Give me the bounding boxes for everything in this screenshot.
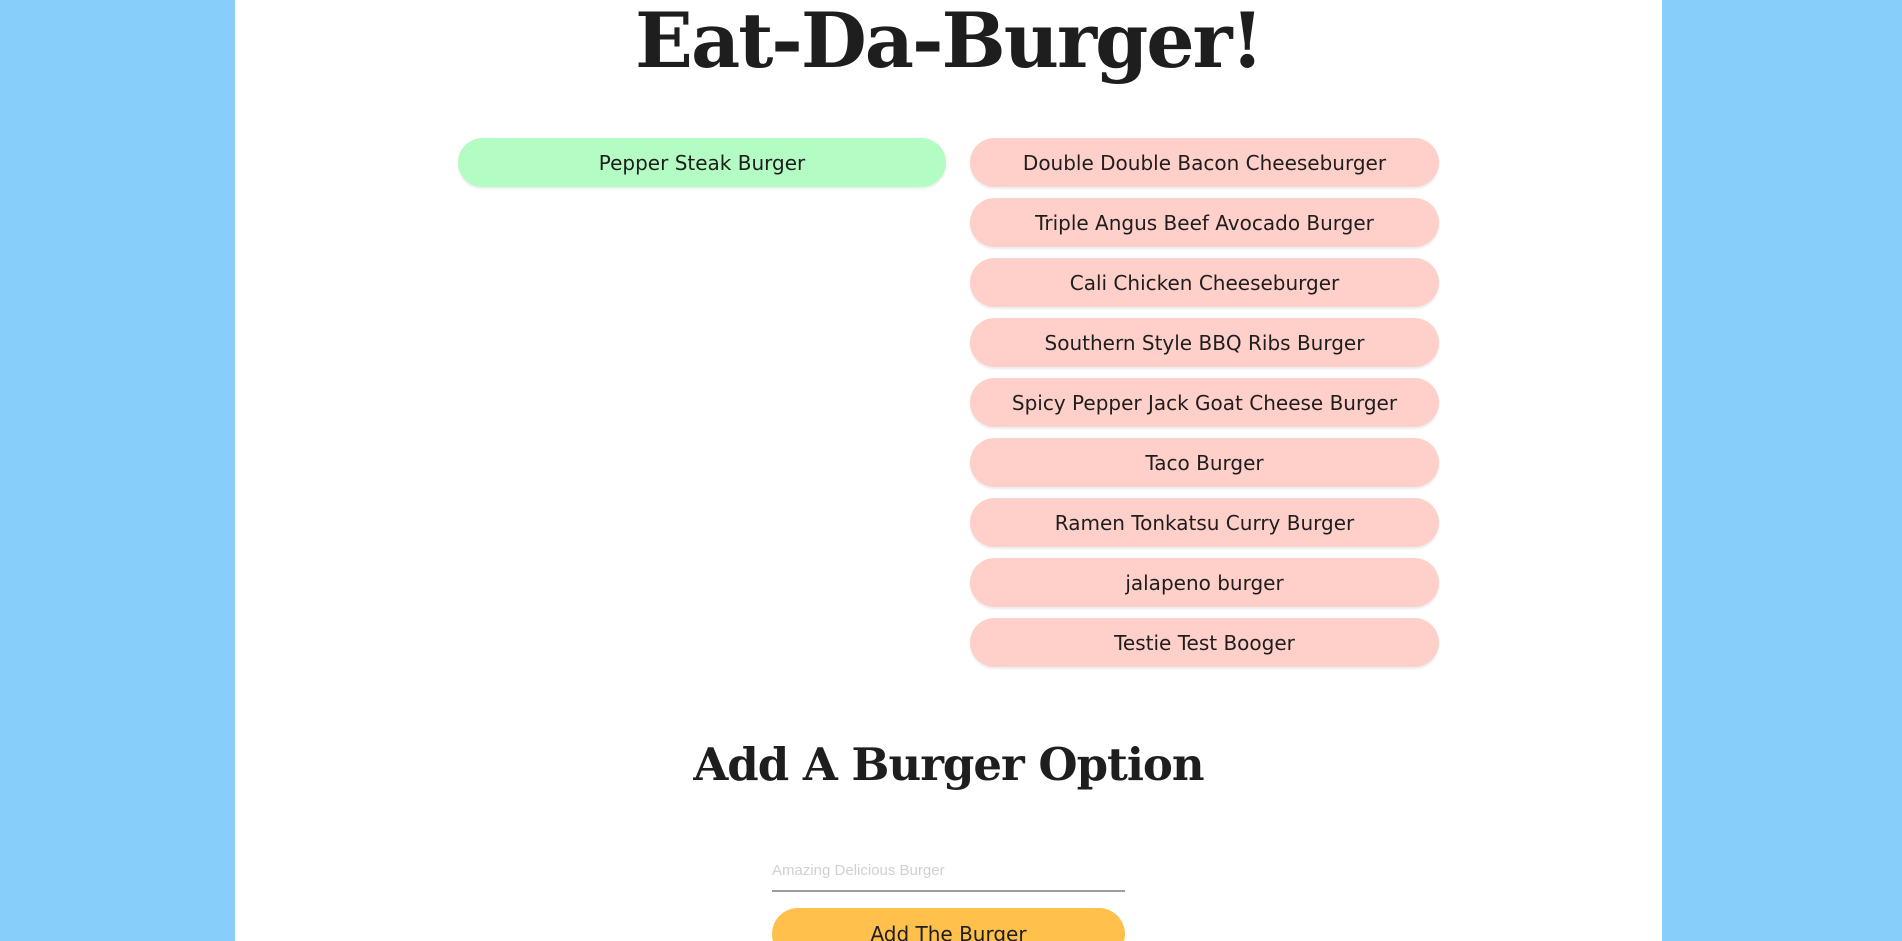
devoured-burger-item[interactable]: Pepper Steak Burger bbox=[458, 138, 946, 187]
burger-name-input[interactable] bbox=[772, 850, 1125, 890]
devoured-burger-list: Pepper Steak Burger bbox=[458, 138, 946, 187]
available-burger-list: Double Double Bacon Cheeseburger Triple … bbox=[970, 138, 1439, 667]
available-burger-item[interactable]: Triple Angus Beef Avocado Burger bbox=[970, 198, 1439, 247]
available-burger-item[interactable]: Testie Test Booger bbox=[970, 618, 1439, 667]
page-title: Eat-Da-Burger! bbox=[635, 0, 1264, 85]
available-burger-item[interactable]: Taco Burger bbox=[970, 438, 1439, 487]
available-burger-item[interactable]: Spicy Pepper Jack Goat Cheese Burger bbox=[970, 378, 1439, 427]
burger-name-field bbox=[772, 850, 1125, 892]
available-burger-item[interactable]: Southern Style BBQ Ribs Burger bbox=[970, 318, 1439, 367]
available-burger-item[interactable]: jalapeno burger bbox=[970, 558, 1439, 607]
add-burger-button[interactable]: Add The Burger bbox=[772, 908, 1125, 941]
add-burger-title: Add A Burger Option bbox=[693, 738, 1204, 791]
available-burger-item[interactable]: Cali Chicken Cheeseburger bbox=[970, 258, 1439, 307]
page-container: Eat-Da-Burger! Pepper Steak Burger Doubl… bbox=[235, 0, 1662, 941]
available-burger-item[interactable]: Double Double Bacon Cheeseburger bbox=[970, 138, 1439, 187]
available-burger-item[interactable]: Ramen Tonkatsu Curry Burger bbox=[970, 498, 1439, 547]
